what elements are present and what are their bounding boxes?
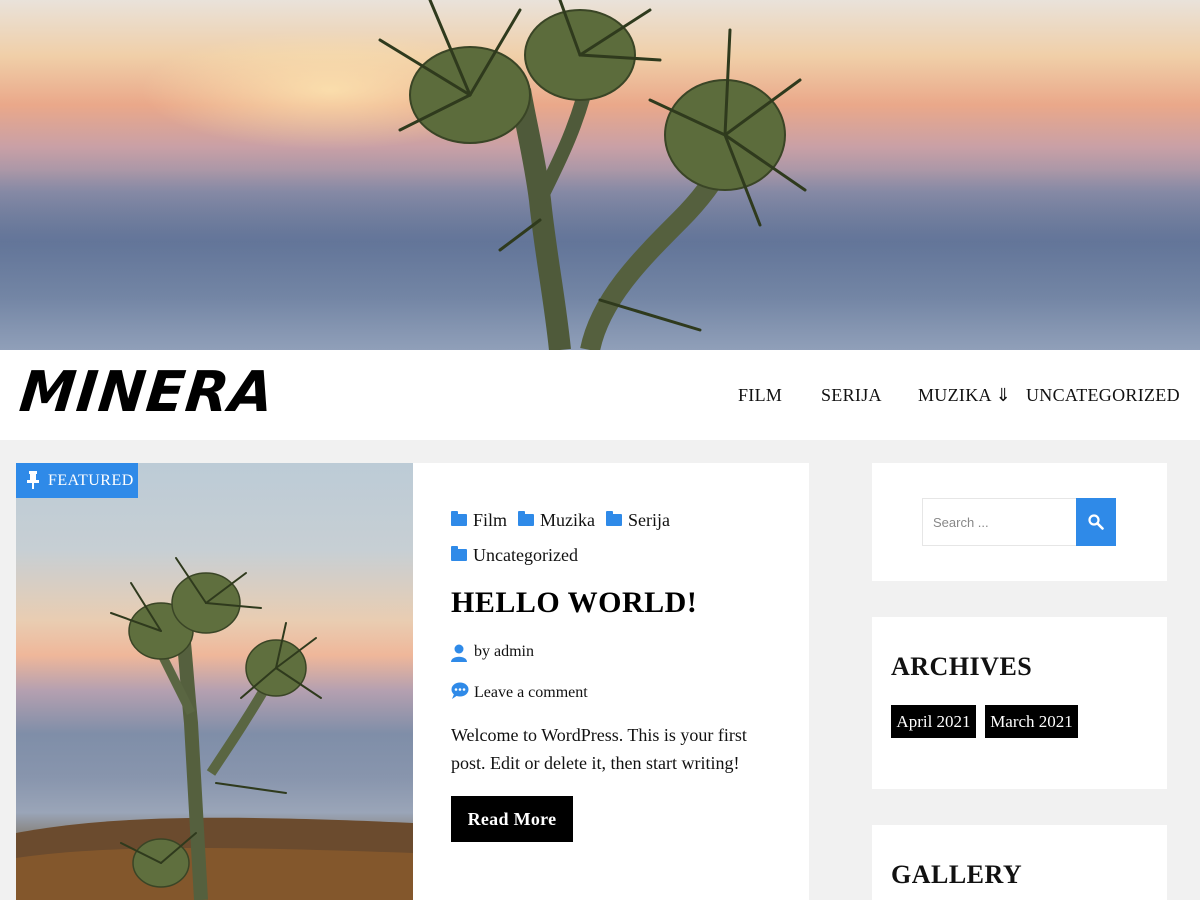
- folder-icon: [606, 511, 622, 526]
- gallery-title: GALLERY: [891, 860, 1023, 889]
- post-card: FEATURED Film Muzika Serija Uncategorize…: [16, 463, 809, 900]
- featured-badge: FEATURED: [16, 463, 138, 498]
- site-header: MINERA FILM SERIJA MUZIKA ⇓ UNCATEGORIZE…: [0, 350, 1200, 440]
- gallery-widget: GALLERY: [872, 825, 1167, 900]
- search-button[interactable]: [1076, 498, 1116, 546]
- thistle-thumbnail: [16, 557, 413, 900]
- thistle-photo: [378, 0, 807, 350]
- search-input[interactable]: [922, 498, 1077, 546]
- category-link-serija[interactable]: Serija: [606, 510, 670, 531]
- comment-icon: [451, 682, 469, 699]
- user-icon: [451, 644, 467, 662]
- nav-item-serija[interactable]: SERIJA: [821, 385, 882, 406]
- archives-title: ARCHIVES: [891, 652, 1033, 681]
- post-author[interactable]: by admin: [451, 643, 534, 662]
- category-link-muzika[interactable]: Muzika: [518, 510, 595, 531]
- folder-icon: [451, 511, 467, 526]
- nav-item-film[interactable]: FILM: [738, 385, 782, 406]
- search-widget: [872, 463, 1167, 581]
- folder-icon: [518, 511, 534, 526]
- nav-item-muzika[interactable]: MUZIKA ⇓: [918, 385, 1011, 406]
- site-logo[interactable]: MINERA: [17, 360, 278, 425]
- pin-icon: [27, 471, 39, 489]
- header-image: [0, 0, 1200, 350]
- featured-label: FEATURED: [48, 472, 134, 489]
- post-comments-link[interactable]: Leave a comment: [451, 682, 588, 702]
- post-title[interactable]: HELLO WORLD!: [451, 586, 697, 620]
- search-form: [922, 498, 1116, 546]
- post-excerpt: Welcome to WordPress. This is your first…: [451, 725, 747, 773]
- category-link-film[interactable]: Film: [451, 510, 507, 531]
- post-thumbnail[interactable]: FEATURED: [16, 463, 413, 900]
- search-icon: [1088, 514, 1104, 530]
- archive-link-march-2021[interactable]: March 2021: [985, 705, 1078, 738]
- archives-widget: ARCHIVES April 2021 March 2021: [872, 617, 1167, 789]
- read-more-button[interactable]: Read More: [451, 796, 573, 842]
- archive-link-april-2021[interactable]: April 2021: [891, 705, 976, 738]
- category-link-uncategorized[interactable]: Uncategorized: [451, 545, 578, 566]
- folder-icon: [451, 546, 467, 561]
- nav-item-uncategorized[interactable]: UNCATEGORIZED: [1026, 385, 1180, 406]
